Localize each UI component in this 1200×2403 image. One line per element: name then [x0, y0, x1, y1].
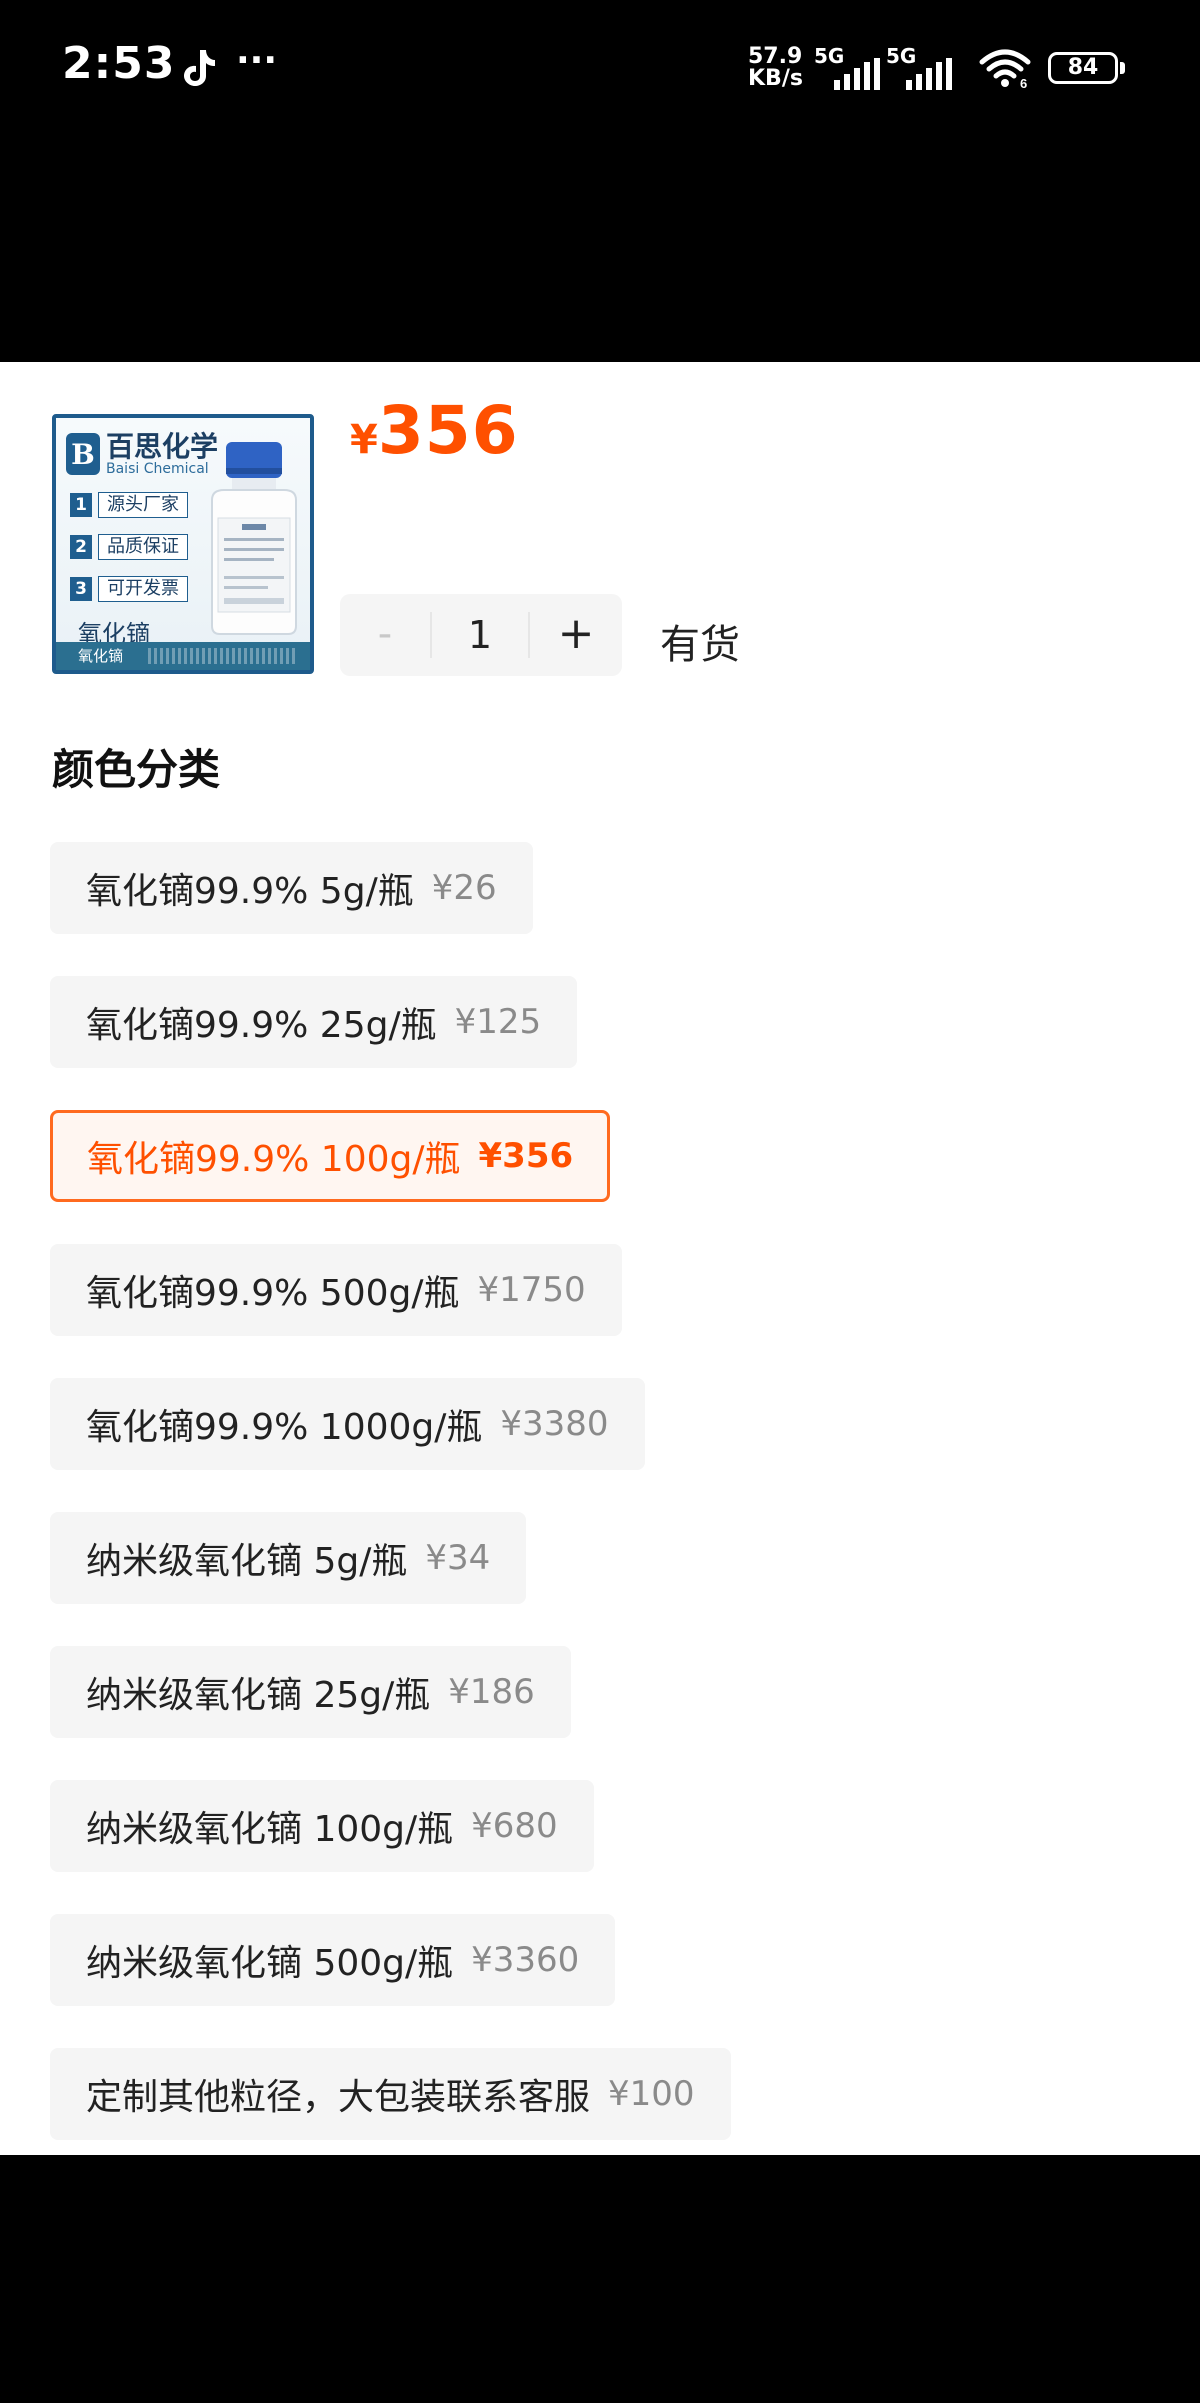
sku-option-name: 纳米级氧化镝 25g/瓶	[86, 1675, 431, 1716]
net-speed-value: 57.9	[748, 44, 803, 69]
net-speed-unit: KB/s	[748, 66, 803, 91]
sku-option[interactable]: 氧化镝99.9% 500g/瓶 ¥1750	[50, 1244, 622, 1336]
sku-option-name: 氧化镝99.9% 5g/瓶	[86, 871, 414, 912]
sku-option[interactable]: 纳米级氧化镝 500g/瓶 ¥3360	[50, 1914, 616, 2006]
sku-option[interactable]: 纳米级氧化镝 5g/瓶 ¥34	[50, 1512, 527, 1604]
price-currency: ¥	[350, 417, 378, 463]
thumb-feature-3: 3 可开发票	[70, 574, 188, 604]
reagent-bottle-icon	[211, 442, 297, 635]
sku-option-price: ¥125	[454, 1002, 542, 1042]
sku-option-price: ¥26	[431, 868, 497, 908]
product-thumbnail[interactable]: B 百思化学 Baisi Chemical 1 源头厂家 2 品质保证 3 可开…	[52, 414, 314, 674]
sku-option[interactable]: 定制其他粒径，大包装联系客服 ¥100	[50, 2048, 731, 2140]
feature-number: 3	[70, 577, 92, 601]
increment-button[interactable]: +	[530, 594, 622, 676]
more-icon: ···	[236, 40, 278, 81]
feature-number: 2	[70, 535, 92, 559]
sku-option-name: 纳米级氧化镝 100g/瓶	[86, 1809, 454, 1850]
sku-option-name: 氧化镝99.9% 500g/瓶	[86, 1273, 460, 1314]
brand-logo: B 百思化学 Baisi Chemical	[66, 432, 218, 476]
thumb-footer-label: 氧化镝	[78, 647, 124, 665]
sku-option[interactable]: 氧化镝99.9% 25g/瓶 ¥125	[50, 976, 578, 1068]
sku-option-price: ¥680	[471, 1806, 558, 1846]
sku-option-price: ¥1750	[477, 1270, 586, 1310]
sku-option-price: ¥34	[425, 1538, 491, 1578]
net-speed: 57.9 KB/s	[748, 46, 803, 90]
wifi-icon: 6	[978, 48, 1032, 91]
sku-option-name: 氧化镝99.9% 100g/瓶	[87, 1139, 461, 1180]
sku-option-price: ¥356	[478, 1136, 574, 1176]
feature-text: 可开发票	[98, 576, 188, 602]
feature-text: 品质保证	[98, 534, 188, 560]
price-value: 356	[377, 392, 519, 469]
signal-strength-1: 5G	[814, 44, 884, 90]
quantity-stepper: - 1 +	[340, 594, 622, 676]
sku-option[interactable]: 氧化镝99.9% 5g/瓶 ¥26	[50, 842, 533, 934]
sku-option-price: ¥3360	[471, 1940, 580, 1980]
brand-logo-icon: B	[66, 433, 100, 475]
wifi-badge: 6	[1020, 76, 1027, 88]
sku-option-name: 纳米级氧化镝 500g/瓶	[86, 1943, 454, 1984]
sku-option-name: 氧化镝99.9% 25g/瓶	[86, 1005, 437, 1046]
quantity-input[interactable]: 1	[430, 612, 530, 658]
stock-status: 有货	[660, 622, 740, 668]
tiktok-icon	[184, 50, 215, 86]
battery-indicator: 84	[1048, 52, 1118, 84]
signal-bars-icon	[906, 58, 952, 90]
status-time: 2:53	[62, 38, 176, 89]
thumb-footer: 氧化镝	[56, 642, 310, 670]
sku-option[interactable]: 氧化镝99.9% 1000g/瓶 ¥3380	[50, 1378, 645, 1470]
feature-text: 源头厂家	[98, 492, 188, 518]
sku-option-name: 纳米级氧化镝 5g/瓶	[86, 1541, 408, 1582]
sku-option[interactable]: 纳米级氧化镝 25g/瓶 ¥186	[50, 1646, 571, 1738]
bottom-blank-area	[0, 2155, 1200, 2403]
signal-bars-icon	[834, 58, 880, 90]
section-title-color-category: 颜色分类	[52, 745, 221, 794]
signal-strength-2: 5G	[886, 44, 966, 90]
sku-option-price: ¥3380	[500, 1404, 609, 1444]
sku-option-price: ¥100	[608, 2074, 695, 2114]
feature-number: 1	[70, 493, 92, 517]
decrement-button[interactable]: -	[340, 594, 430, 676]
sku-selection-sheet: B 百思化学 Baisi Chemical 1 源头厂家 2 品质保证 3 可开…	[0, 362, 1200, 2155]
status-bar: 2:53 ··· 57.9 KB/s 5G 5G 6 84	[0, 0, 1200, 140]
thumb-feature-2: 2 品质保证	[70, 532, 188, 562]
sku-option[interactable]: 纳米级氧化镝 100g/瓶 ¥680	[50, 1780, 594, 1872]
product-price: ¥356	[350, 392, 519, 469]
sku-option-name: 定制其他粒径，大包装联系客服	[86, 2077, 591, 2118]
sku-option-name: 氧化镝99.9% 1000g/瓶	[86, 1407, 483, 1448]
thumb-fine-print	[148, 648, 298, 664]
sku-option-selected[interactable]: 氧化镝99.9% 100g/瓶 ¥356	[50, 1110, 611, 1202]
sku-option-price: ¥186	[448, 1672, 535, 1712]
battery-tip	[1120, 62, 1125, 74]
thumb-feature-1: 1 源头厂家	[70, 490, 188, 520]
